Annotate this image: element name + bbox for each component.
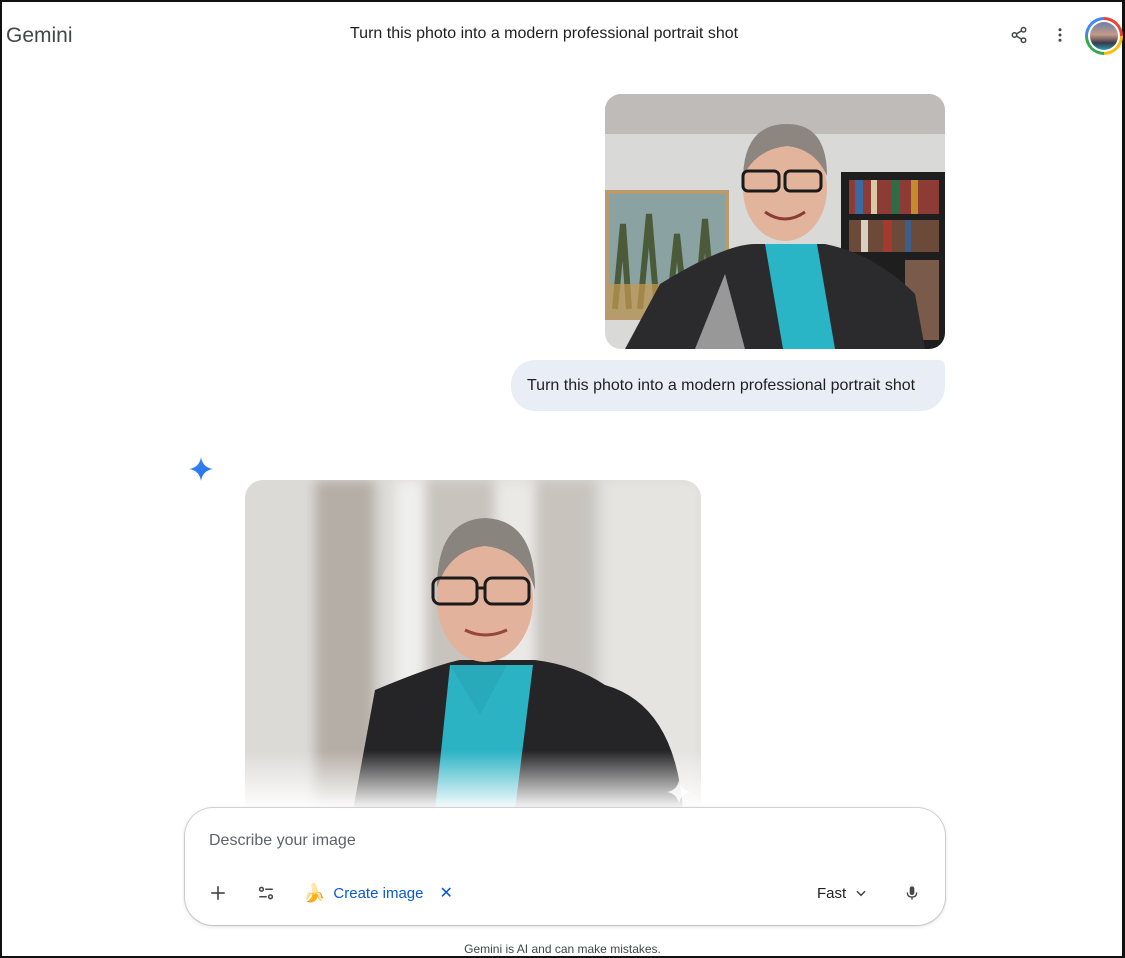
model-label: Fast [817,884,847,902]
app-brand[interactable]: Gemini [6,24,73,48]
generated-portrait-illustration [245,480,701,810]
model-selector[interactable]: Fast [817,880,868,906]
microphone-button[interactable] [899,880,925,906]
more-vert-icon [1058,28,1062,42]
close-chip-icon[interactable]: ✕ [439,883,452,903]
account-avatar[interactable] [1085,17,1123,55]
chevron-down-icon [856,890,866,897]
create-image-chip[interactable]: 🍌 Create image ✕ [303,880,453,906]
conversation-title: Turn this photo into a modern profession… [350,25,739,42]
tune-icon [258,886,274,900]
create-image-label: Create image [333,884,424,902]
mic-icon [906,886,918,900]
generated-portrait-image[interactable] [245,480,701,810]
user-uploaded-photo[interactable] [605,94,945,349]
share-button[interactable] [1006,22,1032,48]
avatar-photo [1090,22,1118,50]
share-icon [1011,26,1027,44]
gemini-sparkle-icon [189,457,213,481]
tools-button[interactable] [253,880,279,906]
prompt-composer: 🍌 Create image ✕ Fast [185,808,945,925]
user-message-bubble: Turn this photo into a modern profession… [511,360,945,411]
prompt-input[interactable] [209,832,809,850]
banana-icon: 🍌 [303,882,326,903]
uploaded-photo-illustration [605,94,945,349]
add-attachment-button[interactable] [205,880,231,906]
ai-disclaimer: Gemini is AI and can make mistakes. [464,942,661,956]
plus-icon [211,886,225,900]
more-options-button[interactable] [1047,22,1073,48]
